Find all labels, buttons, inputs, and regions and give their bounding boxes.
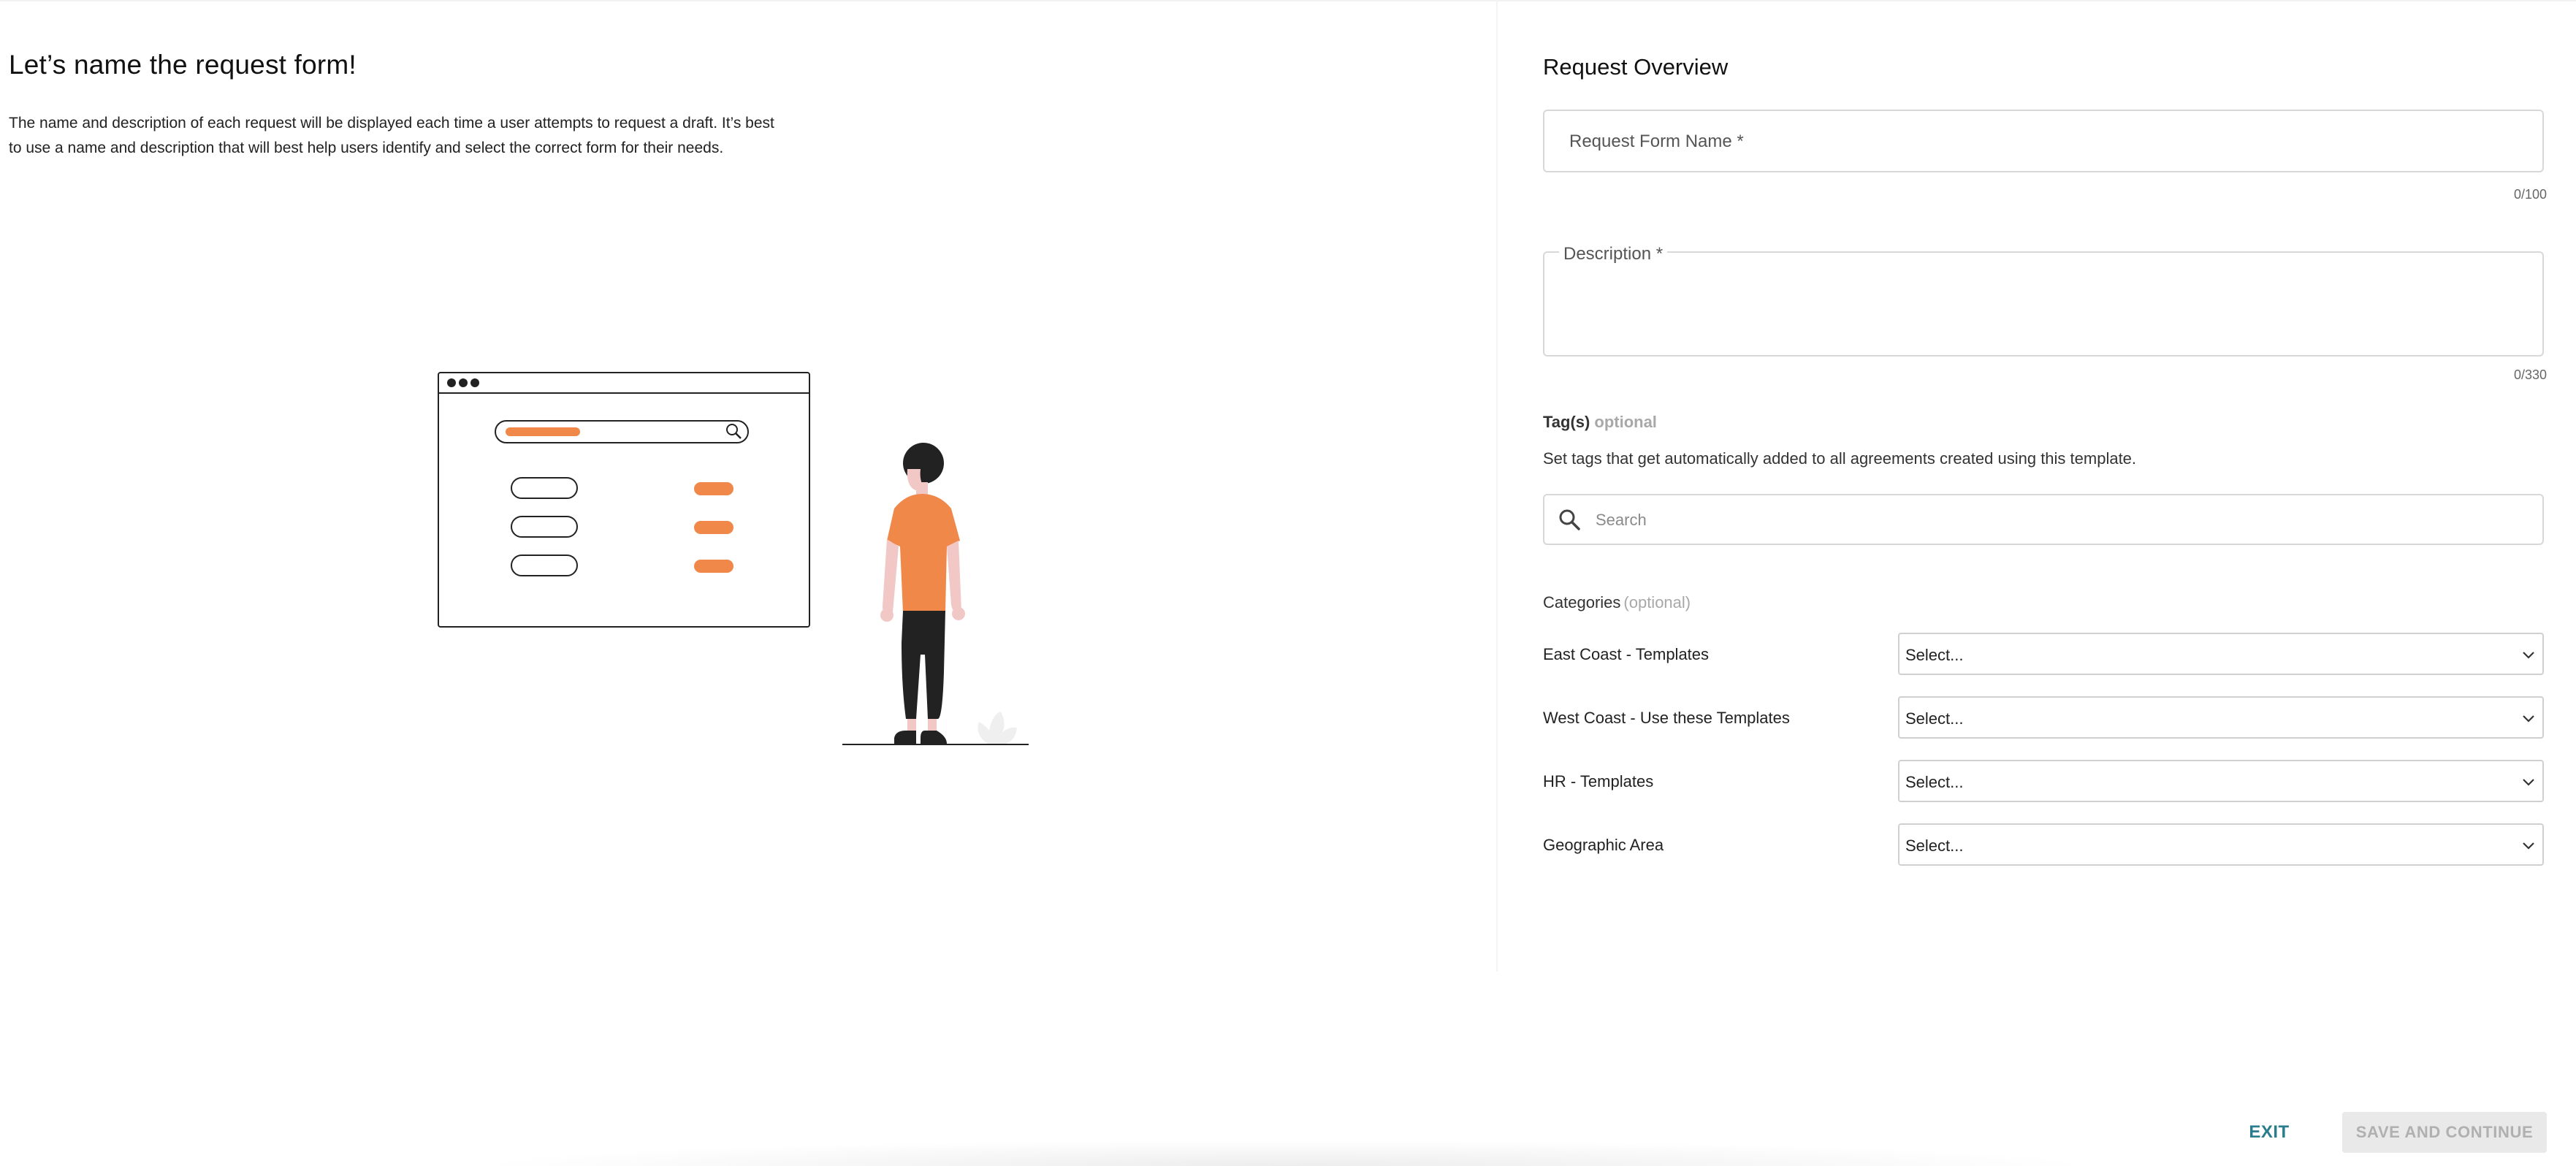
select-value: Select... (1905, 709, 1964, 728)
category-label: West Coast - Use these Templates (1543, 709, 1790, 727)
footer-shadow (468, 1140, 2104, 1166)
search-icon (1559, 509, 1580, 530)
tags-optional-text: optional (1594, 413, 1657, 431)
category-select-east-coast[interactable]: Select... (1898, 633, 2544, 675)
browser-window-frame (438, 372, 810, 628)
category-row-geographic-area: Geographic Area Select... (1543, 823, 2544, 866)
illustration-pill-3 (511, 555, 578, 576)
category-label: East Coast - Templates (1543, 645, 1710, 663)
illustration-tag-2 (694, 521, 733, 534)
chevron-down-icon (2523, 842, 2534, 850)
select-value: Select... (1905, 837, 1964, 855)
category-label: Geographic Area (1543, 836, 1664, 854)
page-heading: Let’s name the request form! (9, 50, 357, 80)
illustration-search-fill (506, 427, 580, 436)
categories-label-text: Categories (1543, 593, 1621, 611)
illustration-tag-1 (694, 482, 733, 495)
tags-help-text: Set tags that get automatically added to… (1543, 449, 2137, 468)
category-select-west-coast[interactable]: Select... (1898, 696, 2544, 739)
select-value: Select... (1905, 646, 1964, 664)
category-row-hr: HR - Templates Select... (1543, 760, 2544, 802)
window-dot-1 (447, 378, 456, 387)
illustration-pill-1 (511, 477, 578, 499)
categories-optional-text: (optional) (1623, 593, 1691, 611)
person-figure (880, 443, 965, 744)
category-select-hr[interactable]: Select... (1898, 760, 2544, 802)
illustration-tag-3 (694, 560, 733, 573)
category-row-east-coast: East Coast - Templates Select... (1543, 633, 2544, 675)
chevron-down-icon (2523, 779, 2534, 786)
request-overview-title: Request Overview (1543, 54, 1729, 80)
category-row-west-coast: West Coast - Use these Templates Select.… (1543, 696, 2544, 739)
chevron-down-icon (2523, 652, 2534, 659)
request-form-name-field[interactable]: Request Form Name * (1543, 110, 2544, 172)
illustration-pill-2 (511, 516, 578, 538)
window-dot-2 (459, 378, 468, 387)
name-char-counter: 0/100 (2513, 187, 2547, 202)
plant-shape (978, 712, 1017, 744)
category-label: HR - Templates (1543, 772, 1654, 790)
left-panel: Let’s name the request form! The name an… (0, 0, 1496, 1166)
panel-divider (1496, 0, 1498, 972)
tags-label: Tag(s) optional (1543, 413, 1657, 432)
window-dot-3 (470, 378, 479, 387)
page-description: The name and description of each request… (9, 115, 774, 156)
exit-button[interactable]: EXIT (2236, 1112, 2303, 1153)
request-form-name-label: Request Form Name * (1569, 132, 1744, 151)
description-label: Description * (1559, 244, 1668, 264)
right-panel: Request Overview Request Form Name * 0/1… (1543, 0, 2547, 1166)
chevron-down-icon (2523, 715, 2534, 723)
request-form-illustration (438, 372, 1029, 745)
save-and-continue-button[interactable]: SAVE AND CONTINUE (2342, 1112, 2547, 1153)
tags-search-field[interactable] (1543, 494, 2544, 545)
category-select-geographic-area[interactable]: Select... (1898, 823, 2544, 866)
description-field[interactable]: Description * (1543, 244, 2544, 357)
select-value: Select... (1905, 773, 1964, 791)
tags-search-input[interactable] (1594, 504, 2525, 536)
categories-label: Categories (optional) (1543, 593, 1691, 612)
description-char-counter: 0/330 (2513, 367, 2547, 382)
tags-label-text: Tag(s) (1543, 413, 1590, 431)
